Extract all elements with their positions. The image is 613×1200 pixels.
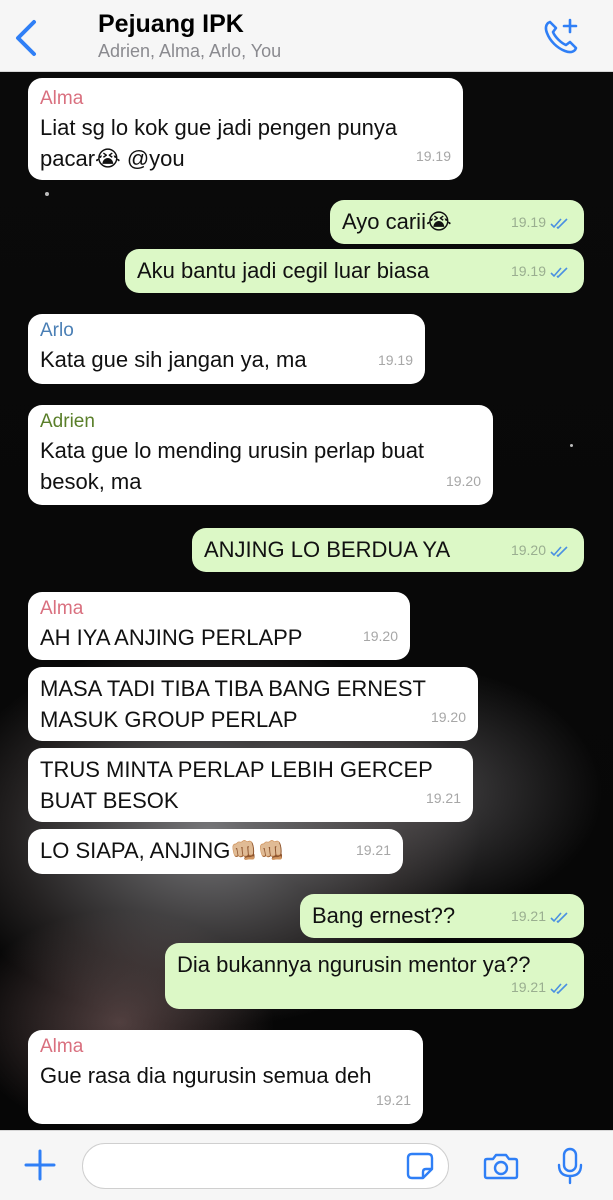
message-text: Bang ernest??: [312, 903, 456, 928]
read-ticks-icon: [550, 218, 568, 229]
message-sender: Adrien: [40, 411, 95, 432]
attach-button[interactable]: [22, 1147, 58, 1183]
message-sender: Alma: [40, 598, 84, 619]
message-incoming[interactable]: Alma Liat sg lo kok gue jadi pengen puny…: [28, 78, 463, 180]
message-text: Gue rasa dia ngurusin semua deh: [40, 1063, 372, 1088]
message-time: 19.19: [510, 214, 546, 230]
message-text: Aku bantu jadi cegil luar biasa: [137, 258, 430, 283]
chevron-left-icon: [16, 20, 36, 56]
chat-area[interactable]: Alma Liat sg lo kok gue jadi pengen puny…: [0, 72, 613, 1130]
message-sender: Arlo: [40, 320, 74, 341]
sticker-button[interactable]: [406, 1152, 434, 1180]
message-time: 19.20: [510, 542, 546, 558]
message-outgoing[interactable]: Aku bantu jadi cegil luar biasa 19.19: [125, 249, 584, 293]
message-time: 19.21: [510, 908, 546, 924]
message-incoming[interactable]: Adrien Kata gue lo mending urusin perlap…: [28, 405, 493, 505]
message-time: 19.21: [425, 790, 461, 806]
sticker-icon: [406, 1152, 434, 1180]
message-time: 19.19: [415, 148, 451, 164]
message-sender: Alma: [40, 88, 84, 109]
message-incoming[interactable]: LO SIAPA, ANJING👊🏼👊🏼 19.21: [28, 829, 403, 874]
camera-icon: [483, 1153, 519, 1180]
message-time: 19.19: [377, 352, 413, 368]
message-time: 19.21: [510, 979, 546, 995]
message-text: Kata gue sih jangan ya, ma: [40, 347, 307, 372]
message-time: 19.21: [355, 842, 391, 858]
camera-button[interactable]: [483, 1151, 519, 1181]
message-text: LO SIAPA, ANJING👊🏼👊🏼: [40, 838, 286, 863]
read-ticks-icon: [550, 912, 568, 923]
add-call-icon: [544, 18, 578, 54]
message-incoming[interactable]: MASA TADI TIBA TIBA BANG ERNEST MASUK GR…: [28, 667, 478, 741]
read-ticks-icon: [550, 267, 568, 278]
message-text: TRUS MINTA PERLAP LEBIH GERCEP BUAT BESO…: [40, 757, 433, 813]
message-text: Ayo carii😭: [342, 209, 452, 234]
back-button[interactable]: [8, 14, 48, 62]
call-button[interactable]: [540, 16, 582, 58]
message-outgoing[interactable]: Dia bukannya ngurusin mentor ya?? 19.21: [165, 943, 584, 1009]
message-text: Dia bukannya ngurusin mentor ya??: [177, 952, 531, 977]
message-incoming[interactable]: Arlo Kata gue sih jangan ya, ma 19.19: [28, 314, 425, 384]
microphone-icon: [557, 1147, 583, 1185]
microphone-button[interactable]: [556, 1147, 584, 1185]
message-time: 19.20: [362, 628, 398, 644]
message-outgoing[interactable]: Bang ernest?? 19.21: [300, 894, 584, 938]
message-incoming[interactable]: Alma AH IYA ANJING PERLAPP 19.20: [28, 592, 410, 660]
message-sender: Alma: [40, 1036, 84, 1057]
plus-icon: [24, 1149, 56, 1181]
group-title[interactable]: Pejuang IPK: [98, 10, 244, 39]
message-text: MASA TADI TIBA TIBA BANG ERNEST MASUK GR…: [40, 676, 426, 732]
message-outgoing[interactable]: Ayo carii😭 19.19: [330, 200, 584, 244]
group-members[interactable]: Adrien, Alma, Arlo, You: [98, 41, 281, 62]
read-ticks-icon: [550, 983, 568, 994]
message-time: 19.20: [430, 709, 466, 725]
message-input[interactable]: [82, 1143, 449, 1189]
message-text: Liat sg lo kok gue jadi pengen punya pac…: [40, 115, 398, 171]
chat-header: Pejuang IPK Adrien, Alma, Arlo, You: [0, 0, 613, 72]
message-incoming[interactable]: Alma Gue rasa dia ngurusin semua deh 19.…: [28, 1030, 423, 1124]
message-time: 19.21: [375, 1092, 411, 1108]
message-text: AH IYA ANJING PERLAPP: [40, 625, 303, 650]
message-text: ANJING LO BERDUA YA: [204, 537, 451, 562]
message-incoming[interactable]: TRUS MINTA PERLAP LEBIH GERCEP BUAT BESO…: [28, 748, 473, 822]
message-time: 19.19: [510, 263, 546, 279]
composer-bar: [0, 1130, 613, 1200]
message-outgoing[interactable]: ANJING LO BERDUA YA 19.20: [192, 528, 584, 572]
message-text: Kata gue lo mending urusin perlap buat b…: [40, 438, 425, 494]
message-time: 19.20: [445, 473, 481, 489]
read-ticks-icon: [550, 546, 568, 557]
